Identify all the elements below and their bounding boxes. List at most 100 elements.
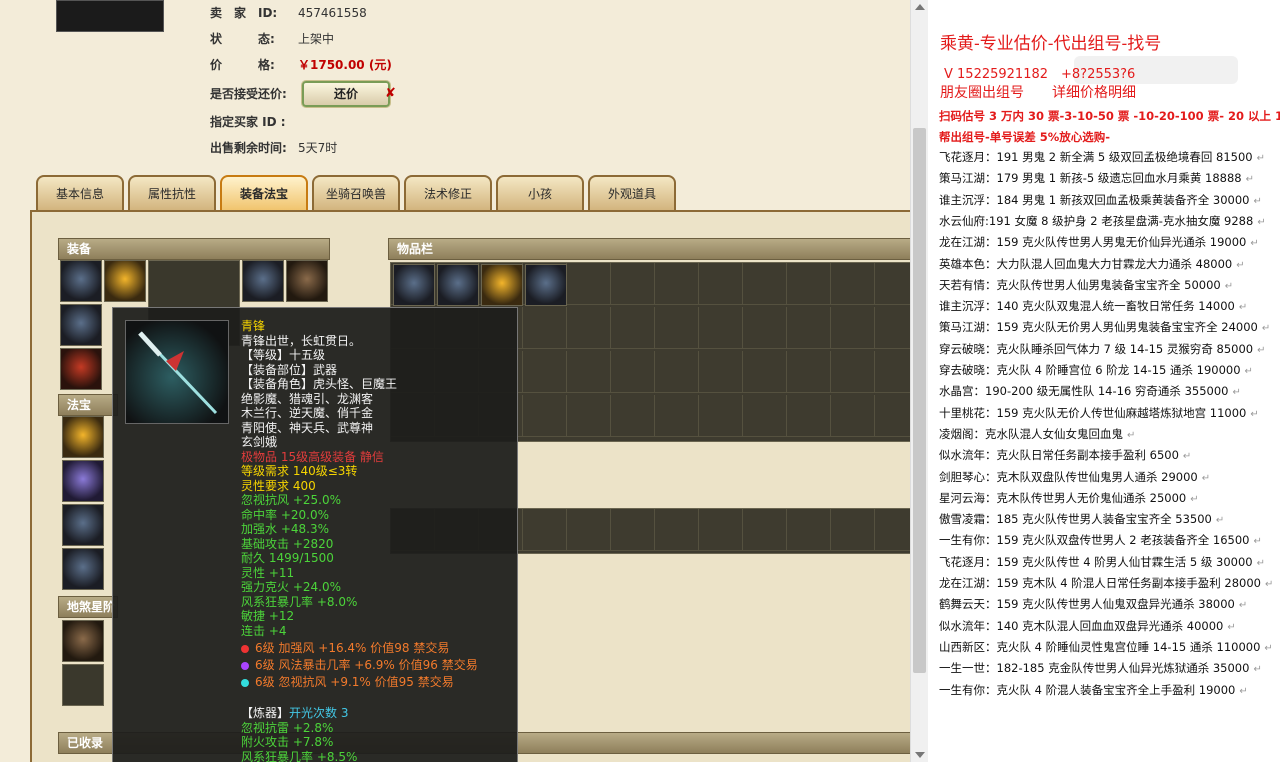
inventory-cell[interactable] [567,351,611,393]
doc-listing-text: 策马江湖：179 男鬼 1 新孩-5 级遗忘回血水月乘黄 18888 [939,171,1242,186]
inventory-cell[interactable] [875,263,910,305]
paragraph-mark-icon: ↵ [1256,153,1265,164]
inventory-cell[interactable] [567,263,611,305]
document-panel: 乘黄-专业估价-代出组号-找号 V 15225921182 +8?2553?6 … [928,0,1280,762]
inventory-cell[interactable] [699,307,743,349]
paragraph-mark-icon: ↵ [1253,664,1262,676]
inventory-item-charm[interactable] [481,264,523,306]
inventory-cell[interactable] [611,351,655,393]
inventory-cell[interactable] [831,509,875,551]
equip-slot-armor[interactable] [242,260,284,302]
fabao-slot-1[interactable] [62,416,104,458]
inventory-cell[interactable] [831,351,875,393]
doc-listing-text: 似水流年：克火队日常任务副本接手盈利 6500 [939,448,1179,463]
price-label: 价 格: [210,58,275,72]
inventory-cell[interactable] [743,509,787,551]
inventory-cell[interactable] [743,395,787,437]
gem-icon [241,644,249,653]
doc-listing-line: 星河云海：克木队传世男人无价鬼仙通杀 25000 ↵ [939,488,1199,509]
inventory-cell[interactable] [611,263,655,305]
inventory-cell[interactable] [611,395,655,437]
inventory-cell[interactable] [787,509,831,551]
inventory-cell[interactable] [567,307,611,349]
doc-listing-line: 策马江湖：159 克火队无价男人男仙男鬼装备宝宝齐全 24000 ↵ [939,317,1270,338]
tab-equipment[interactable]: 装备法宝 [220,175,308,211]
inventory-cell[interactable] [787,395,831,437]
inventory-cell[interactable] [523,509,567,551]
tab-appearance[interactable]: 外观道具 [588,175,676,211]
inventory-cell[interactable] [523,307,567,349]
tooltip-line: 命中率 +20.0% [241,507,329,522]
inventory-cell[interactable] [699,263,743,305]
tab-children[interactable]: 小孩 [496,175,584,211]
scrollbar-thumb[interactable] [913,128,926,673]
inventory-cell[interactable] [699,395,743,437]
doc-listing-line: 飞花逐月：159 克火队传世 4 阶男人仙甘霖生活 5 级 30000 ↵ [939,552,1265,573]
fabao-slot-3[interactable] [62,504,104,546]
inventory-cell[interactable] [875,307,910,349]
tooltip-line: 绝影魔、猎魂引、龙渊客 [241,391,374,406]
inventory-cell[interactable] [875,395,910,437]
inventory-cell[interactable] [743,307,787,349]
scroll-up-icon[interactable] [915,4,925,10]
inventory-cell[interactable] [875,351,910,393]
inventory-item-ring[interactable] [393,264,435,306]
inventory-cell[interactable] [655,263,699,305]
earth-star-slot-2[interactable] [62,664,104,706]
fabao-slot-2[interactable] [62,460,104,502]
inventory-cell[interactable] [743,351,787,393]
paragraph-mark-icon: ↵ [1261,323,1271,335]
inventory-cell[interactable] [655,307,699,349]
inventory-cell[interactable] [787,307,831,349]
inventory-cell[interactable] [523,351,567,393]
inventory-cell[interactable] [523,395,567,437]
doc-subtitle: 朋友圈出组号 详细价格明细 [940,85,1136,101]
tooltip-line: 木兰行、逆天魔、俏千金 [241,406,374,420]
inventory-cell[interactable] [699,509,743,551]
inventory-cell[interactable] [787,263,831,305]
inventory-section-header: 物品栏 [388,238,910,260]
vertical-scrollbar[interactable] [910,0,929,762]
doc-listing-line: 剑胆琴心：克木队双盘队传世仙鬼男人通杀 29000 ↵ [939,467,1210,488]
inventory-cell[interactable] [831,307,875,349]
inventory-cell[interactable] [611,307,655,349]
doc-listing-text: 一生一世：182-185 克金队传世男人仙异光炼狱通杀 35000 [939,661,1250,676]
inventory-item-sword[interactable] [525,264,567,306]
tab-mounts-pets[interactable]: 坐骑召唤兽 [312,175,400,211]
equip-slot-necklace[interactable] [104,260,146,302]
doc-listing-text: 似水流年：140 克木队混人回血血双盘异光通杀 40000 [939,618,1224,633]
inventory-cell[interactable] [567,395,611,437]
paragraph-mark-icon: ↵ [1245,174,1254,186]
doc-listing-text: 一生有你：159 克火队双盘传世男人 2 老孩装备齐全 16500 [939,533,1250,548]
tab-attributes[interactable]: 属性抗性 [128,175,216,211]
equip-slot-weapon[interactable] [60,304,102,346]
close-icon[interactable]: ✘ [385,86,396,101]
tooltip-line: 灵性 +11 [241,565,295,580]
equip-slot-shoes[interactable] [60,348,102,390]
inventory-cell[interactable] [655,509,699,551]
inventory-cell[interactable] [655,351,699,393]
inventory-cell[interactable] [743,263,787,305]
counter-offer-button[interactable]: 还价 [302,81,390,107]
doc-listing-line: 凌烟阁：克水队混人女仙女鬼回血鬼 ↵ [939,424,1135,445]
fabao-slot-4[interactable] [62,548,104,590]
inventory-cell[interactable] [611,509,655,551]
inventory-cell[interactable] [831,395,875,437]
inventory-cell[interactable] [787,351,831,393]
inventory-item-cloak[interactable] [437,264,479,306]
scroll-down-icon[interactable] [915,752,925,758]
equip-slot-helmet[interactable] [60,260,102,302]
tab-spell-modifiers[interactable]: 法术修正 [404,175,492,211]
inventory-cell[interactable] [655,395,699,437]
tab-basic-info[interactable]: 基本信息 [36,175,124,211]
inventory-cell[interactable] [567,509,611,551]
price-value: ￥1750.00 (元) [298,58,392,72]
tooltip-line: 【等级】十五级 [241,348,326,362]
earth-star-slot-1[interactable] [62,620,104,662]
paragraph-mark-icon: ↵ [1127,429,1136,441]
inventory-cell[interactable] [875,509,910,551]
inventory-cell[interactable] [699,351,743,393]
paragraph-mark-icon: ↵ [1239,685,1248,697]
inventory-cell[interactable] [831,263,875,305]
equip-slot-belt[interactable] [286,260,328,302]
